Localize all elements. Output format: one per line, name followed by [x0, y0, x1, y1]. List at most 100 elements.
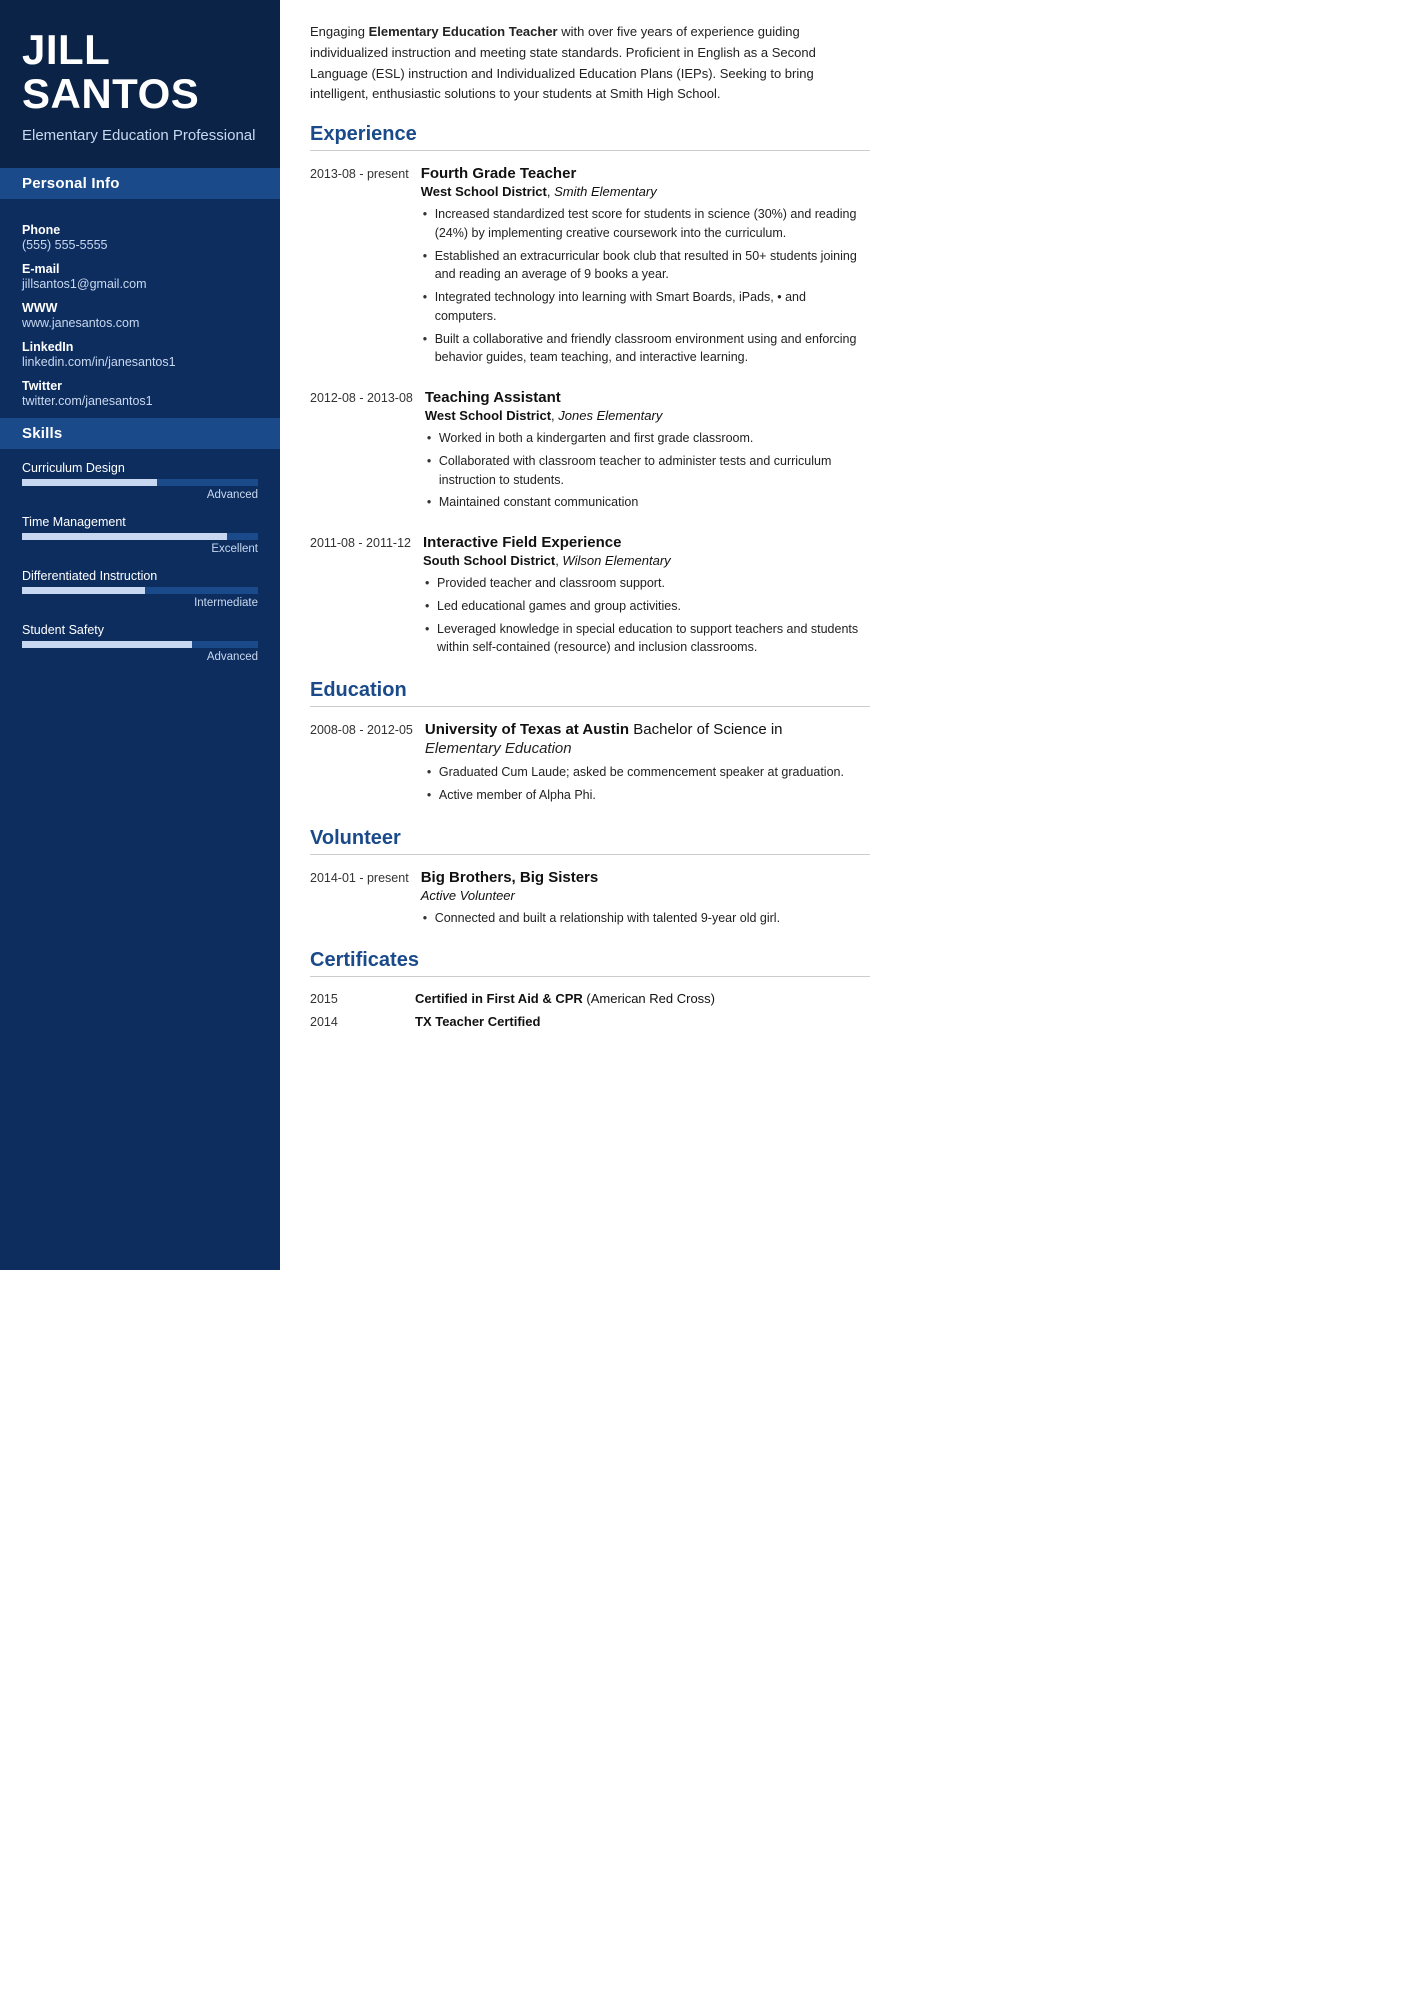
- entry-title: Teaching Assistant: [425, 389, 870, 406]
- cert-text: Certified in First Aid & CPR (American R…: [415, 991, 715, 1006]
- entry-date: 2014-01 - present: [310, 869, 421, 932]
- list-item: Maintained constant communication: [425, 493, 870, 512]
- skill-name: Curriculum Design: [22, 461, 258, 475]
- entry-title: Big Brothers, Big Sisters: [421, 869, 870, 886]
- cert-text: TX Teacher Certified: [415, 1014, 540, 1029]
- skill-bar-remaining: [157, 479, 258, 486]
- phone-value: (555) 555-5555: [22, 238, 258, 252]
- list-item: Connected and built a relationship with …: [421, 909, 870, 928]
- list-item: Graduated Cum Laude; asked be commenceme…: [425, 763, 870, 782]
- skill-item: Student Safety Advanced: [22, 623, 258, 663]
- list-item: Worked in both a kindergarten and first …: [425, 429, 870, 448]
- list-item: Integrated technology into learning with…: [421, 288, 870, 326]
- sidebar-header: JILL SANTOS Elementary Education Profess…: [0, 0, 280, 168]
- entry-body: University of Texas at Austin Bachelor o…: [425, 721, 870, 809]
- entry-date: 2008-08 - 2012-05: [310, 721, 425, 809]
- entry-org: South School District, Wilson Elementary: [423, 553, 870, 568]
- candidate-name: JILL SANTOS: [22, 28, 258, 116]
- experience-entry: 2012-08 - 2013-08 Teaching Assistant Wes…: [310, 389, 870, 516]
- skill-item: Time Management Excellent: [22, 515, 258, 555]
- experience-entries: 2013-08 - present Fourth Grade Teacher W…: [310, 165, 870, 661]
- personal-info-section-title: Personal Info: [0, 168, 280, 199]
- entry-org: Active Volunteer: [421, 888, 870, 903]
- entry-date: 2012-08 - 2013-08: [310, 389, 425, 516]
- education-section-title: Education: [310, 679, 870, 707]
- edu-degree: University of Texas at Austin Bachelor o…: [425, 721, 870, 738]
- entry-body: Fourth Grade Teacher West School Distric…: [421, 165, 870, 371]
- entry-title: Interactive Field Experience: [423, 534, 870, 551]
- entry-date: 2013-08 - present: [310, 165, 421, 371]
- education-entries: 2008-08 - 2012-05 University of Texas at…: [310, 721, 870, 809]
- email-label: E-mail: [22, 262, 258, 276]
- skill-level: Intermediate: [22, 597, 258, 609]
- phone-label: Phone: [22, 223, 258, 237]
- certificates-entries: 2015 Certified in First Aid & CPR (Ameri…: [310, 991, 870, 1029]
- volunteer-entries: 2014-01 - present Big Brothers, Big Sist…: [310, 869, 870, 932]
- skill-item: Differentiated Instruction Intermediate: [22, 569, 258, 609]
- entry-org: West School District, Jones Elementary: [425, 408, 870, 423]
- skill-item: Curriculum Design Advanced: [22, 461, 258, 501]
- main-content: Engaging Elementary Education Teacher wi…: [280, 0, 900, 1270]
- skill-name: Student Safety: [22, 623, 258, 637]
- skills-section-title: Skills: [0, 418, 280, 449]
- skill-bar-remaining: [145, 587, 258, 594]
- experience-entry: 2011-08 - 2011-12 Interactive Field Expe…: [310, 534, 870, 661]
- list-item: Leveraged knowledge in special education…: [423, 620, 870, 658]
- list-item: Provided teacher and classroom support.: [423, 574, 870, 593]
- list-item: Built a collaborative and friendly class…: [421, 330, 870, 368]
- list-item: Increased standardized test score for st…: [421, 205, 870, 243]
- twitter-label: Twitter: [22, 379, 258, 393]
- list-item: Established an extracurricular book club…: [421, 247, 870, 285]
- www-value: www.janesantos.com: [22, 316, 258, 330]
- skill-name: Differentiated Instruction: [22, 569, 258, 583]
- education-entry: 2008-08 - 2012-05 University of Texas at…: [310, 721, 870, 809]
- candidate-subtitle: Elementary Education Professional: [22, 126, 258, 146]
- entry-body: Big Brothers, Big Sisters Active Volunte…: [421, 869, 870, 932]
- volunteer-section-title: Volunteer: [310, 827, 870, 855]
- skill-name: Time Management: [22, 515, 258, 529]
- skill-bar: [22, 641, 258, 648]
- skill-bar: [22, 533, 258, 540]
- experience-entry: 2013-08 - present Fourth Grade Teacher W…: [310, 165, 870, 371]
- summary-paragraph: Engaging Elementary Education Teacher wi…: [310, 22, 870, 105]
- email-value: jillsantos1@gmail.com: [22, 277, 258, 291]
- sidebar: JILL SANTOS Elementary Education Profess…: [0, 0, 280, 1270]
- skill-bar-fill: [22, 641, 192, 648]
- skill-bar: [22, 587, 258, 594]
- entry-org: West School District, Smith Elementary: [421, 184, 870, 199]
- skill-bar-fill: [22, 479, 157, 486]
- entry-bullets: Worked in both a kindergarten and first …: [425, 429, 870, 512]
- skills-block: Curriculum Design Advanced Time Manageme…: [0, 449, 280, 697]
- cert-year: 2015: [310, 992, 415, 1006]
- skill-bar-remaining: [227, 533, 258, 540]
- skill-bar-fill: [22, 533, 227, 540]
- edu-major: Elementary Education: [425, 740, 870, 757]
- certificate-entry: 2014 TX Teacher Certified: [310, 1014, 870, 1029]
- entry-body: Interactive Field Experience South Schoo…: [423, 534, 870, 661]
- skill-bar-remaining: [192, 641, 258, 648]
- entry-bullets: Increased standardized test score for st…: [421, 205, 870, 367]
- skill-level: Excellent: [22, 543, 258, 555]
- summary-bold: Elementary Education Teacher: [369, 24, 558, 39]
- entry-bullets: Graduated Cum Laude; asked be commenceme…: [425, 763, 870, 805]
- entry-title: Fourth Grade Teacher: [421, 165, 870, 182]
- personal-info-block: Phone (555) 555-5555 E-mail jillsantos1@…: [0, 199, 280, 418]
- certificates-section-title: Certificates: [310, 949, 870, 977]
- linkedin-label: LinkedIn: [22, 340, 258, 354]
- certificate-entry: 2015 Certified in First Aid & CPR (Ameri…: [310, 991, 870, 1006]
- www-label: WWW: [22, 301, 258, 315]
- cert-year: 2014: [310, 1015, 415, 1029]
- experience-section-title: Experience: [310, 123, 870, 151]
- entry-bullets: Provided teacher and classroom support. L…: [423, 574, 870, 657]
- entry-bullets: Connected and built a relationship with …: [421, 909, 870, 928]
- list-item: Led educational games and group activiti…: [423, 597, 870, 616]
- skill-level: Advanced: [22, 651, 258, 663]
- skill-level: Advanced: [22, 489, 258, 501]
- volunteer-entry: 2014-01 - present Big Brothers, Big Sist…: [310, 869, 870, 932]
- list-item: Collaborated with classroom teacher to a…: [425, 452, 870, 490]
- entry-date: 2011-08 - 2011-12: [310, 534, 423, 661]
- twitter-value: twitter.com/janesantos1: [22, 394, 258, 408]
- entry-body: Teaching Assistant West School District,…: [425, 389, 870, 516]
- skill-bar: [22, 479, 258, 486]
- skill-bar-fill: [22, 587, 145, 594]
